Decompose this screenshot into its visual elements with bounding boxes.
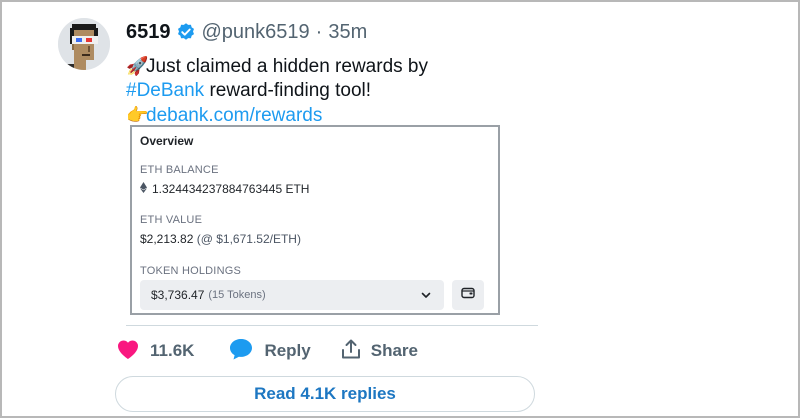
- like-count: 11.6K: [150, 341, 195, 360]
- share-icon: [341, 338, 361, 365]
- share-label: Share: [370, 341, 418, 360]
- timestamp[interactable]: 35m: [328, 21, 367, 44]
- user-handle[interactable]: @punk6519: [202, 21, 310, 44]
- reply-button[interactable]: Reply: [228, 337, 311, 366]
- eth-balance-amount: 1.324434237884763445 ETH: [152, 182, 310, 196]
- share-button[interactable]: Share: [341, 338, 418, 365]
- read-replies-button[interactable]: Read 4.1K replies: [115, 376, 535, 412]
- avatar[interactable]: [58, 18, 110, 70]
- chevron-down-icon: [420, 288, 432, 306]
- token-holdings-amount: $3,736.47: [151, 288, 205, 302]
- token-holdings-dropdown[interactable]: $3,736.47 (15 Tokens): [140, 280, 444, 310]
- eth-value-amount: $2,213.82: [140, 232, 194, 246]
- eth-balance-value: 1.324434237884763445 ETH: [140, 182, 309, 196]
- display-name[interactable]: 6519: [126, 21, 171, 44]
- tweet-text-line2: reward-finding tool!: [204, 80, 372, 101]
- ethereum-icon: [140, 182, 148, 196]
- token-holdings-count: (15 Tokens): [208, 289, 266, 301]
- wallet-icon: [461, 286, 475, 304]
- divider: [126, 325, 538, 326]
- eth-balance-label: ETH BALANCE: [140, 164, 219, 176]
- tweet-text: 🚀Just claimed a hidden rewards by #DeBan…: [126, 54, 428, 128]
- eth-price: (@ $1,671.52/ETH): [196, 232, 301, 246]
- heart-icon: [116, 338, 140, 365]
- eth-value-value: $2,213.82 (@ $1,671.52/ETH): [140, 232, 301, 246]
- token-holdings-label: TOKEN HOLDINGS: [140, 265, 242, 277]
- tweet-actions: 11.6K Reply Share: [116, 338, 418, 364]
- rocket-emoji-icon: 🚀: [126, 56, 149, 76]
- separator-dot: ·: [315, 20, 323, 43]
- reply-bubble-icon: [228, 337, 254, 366]
- tweet-line-1: 🚀Just claimed a hidden rewards by: [126, 54, 428, 79]
- card-title: Overview: [140, 134, 194, 148]
- wallet-button[interactable]: [452, 280, 484, 310]
- tweet-line-2: #DeBank reward-finding tool!: [126, 79, 428, 103]
- like-button[interactable]: 11.6K: [116, 338, 194, 365]
- tweet-frame: 6519 @punk6519 · 35m 🚀Just claimed a hid…: [0, 0, 800, 418]
- pointing-hand-emoji-icon: 👉: [126, 105, 149, 125]
- tweet-header: 6519 @punk6519 · 35m: [126, 19, 367, 45]
- verified-badge-icon: [176, 22, 196, 42]
- tweet-text-line1: Just claimed a hidden rewards by: [146, 56, 428, 77]
- cryptopunk-avatar-icon: [58, 18, 110, 70]
- reply-label: Reply: [264, 341, 311, 360]
- hashtag-link[interactable]: #DeBank: [126, 80, 204, 101]
- rewards-link[interactable]: debank.com/rewards: [146, 105, 322, 126]
- embedded-image-card[interactable]: Overview ETH BALANCE 1.32443423788476344…: [130, 125, 500, 315]
- eth-value-label: ETH VALUE: [140, 214, 203, 226]
